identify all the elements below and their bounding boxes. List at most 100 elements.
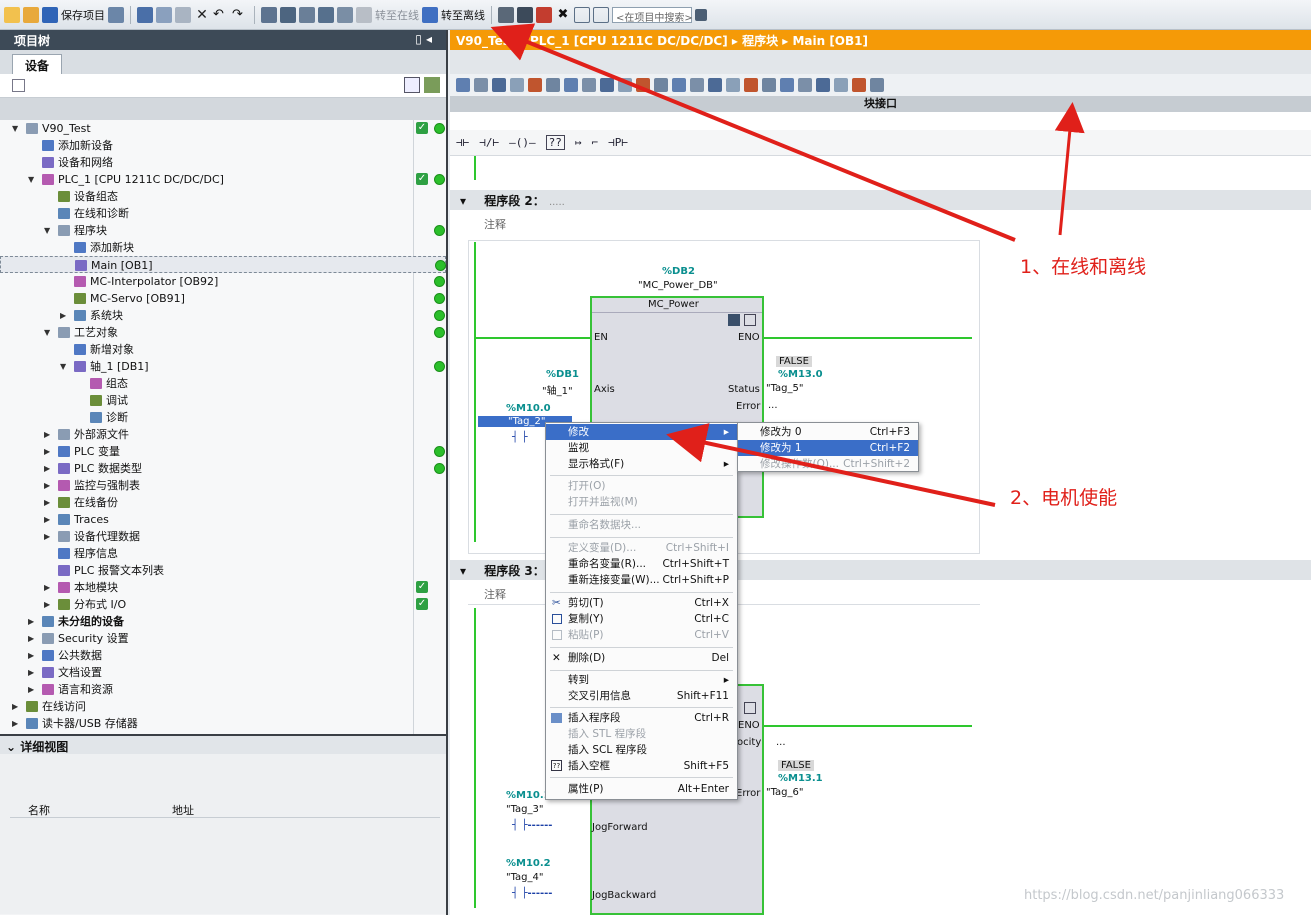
print-icon[interactable]	[108, 6, 124, 23]
list-view-icon[interactable]	[404, 77, 420, 93]
block-interface-header[interactable]: 块接口	[450, 96, 1311, 112]
breakpoint-icon[interactable]	[528, 78, 542, 92]
network-3-comment[interactable]: 注释	[484, 586, 506, 602]
detail-view-header[interactable]: ⌄ 详细视图	[0, 734, 446, 754]
close-branch-icon[interactable]: ⌐	[592, 136, 599, 149]
goto-error-icon[interactable]	[798, 78, 812, 92]
absolute-address-icon[interactable]	[600, 78, 614, 92]
chevron-right-icon[interactable]: ▶	[44, 528, 50, 545]
fb2-velocity-output[interactable]: ...	[776, 737, 786, 748]
tree-item[interactable]: MC-Servo [OB91]	[0, 290, 446, 307]
nc-contact-icon[interactable]: ⊣/⊢	[479, 136, 499, 149]
add-item-icon[interactable]	[424, 77, 440, 93]
chevron-right-icon[interactable]: ▶	[28, 664, 34, 681]
chevron-right-icon[interactable]: ▶	[44, 494, 50, 511]
indent-icon[interactable]	[762, 78, 776, 92]
tab-devices[interactable]: 设备	[12, 54, 63, 76]
menu-item-insert-stl[interactable]: 插入 STL 程序段	[546, 726, 737, 742]
chevron-right-icon[interactable]: ▶	[12, 698, 18, 715]
chevron-down-icon[interactable]: ▼	[12, 120, 18, 137]
close-all-icon[interactable]	[582, 78, 596, 92]
open-branch-icon[interactable]: ↦	[575, 136, 582, 149]
monitor-on-off-icon[interactable]	[834, 78, 848, 92]
menu-item-modify-0[interactable]: 修改为 0 Ctrl+F3	[738, 424, 918, 440]
tree-item[interactable]: ▶ 外部源文件	[0, 426, 446, 443]
network-2-header[interactable]: ▾ 程序段 2： .....	[450, 190, 1311, 210]
paste-icon[interactable]	[175, 6, 191, 23]
insert-network-icon[interactable]	[456, 78, 470, 92]
tree-item[interactable]: 新增对象	[0, 341, 446, 358]
menu-item-cut[interactable]: ✂ 剪切(T) Ctrl+X	[546, 595, 737, 611]
tree-item[interactable]: ▶ Security 设置	[0, 630, 446, 647]
open-all-icon[interactable]	[564, 78, 578, 92]
tree-item[interactable]: 设备组态	[0, 188, 446, 205]
chevron-down-icon[interactable]: ▼	[44, 222, 50, 239]
menu-item-display-format[interactable]: 显示格式(F) ▸	[546, 456, 737, 472]
tree-item[interactable]: ▶ 在线访问	[0, 698, 446, 715]
snapshot-icon[interactable]	[708, 78, 722, 92]
tree-item[interactable]: ▶ 设备代理数据	[0, 528, 446, 545]
cut-icon[interactable]	[137, 6, 153, 23]
menu-item-goto[interactable]: 转到 ▸	[546, 672, 737, 688]
no-contact-icon[interactable]: ⊣⊢	[456, 136, 469, 149]
insert-row-icon[interactable]	[492, 78, 506, 92]
block-help-icon[interactable]	[744, 702, 756, 714]
menu-item-properties[interactable]: 属性(P) Alt+Enter	[546, 781, 737, 797]
zoom-in-icon[interactable]	[654, 78, 668, 92]
menu-item-insert-scl[interactable]: 插入 SCL 程序段	[546, 742, 737, 758]
tree-item[interactable]: ▶ 在线备份	[0, 494, 446, 511]
open-project-icon[interactable]	[23, 6, 39, 23]
jog-fwd-tag[interactable]: "Tag_3"	[506, 804, 544, 815]
chevron-right-icon[interactable]: ▶	[12, 715, 18, 732]
start-cpu-icon[interactable]	[517, 6, 533, 23]
undo-icon[interactable]: ↶	[213, 7, 229, 23]
tree-item[interactable]: ▶ 本地模块 ✓	[0, 579, 446, 596]
tree-item[interactable]: MC-Interpolator [OB92]	[0, 273, 446, 290]
fb1-db-name[interactable]: "MC_Power_DB"	[638, 280, 718, 291]
chevron-right-icon[interactable]: ▶	[60, 307, 66, 324]
copy-icon[interactable]	[156, 6, 172, 23]
tree-item[interactable]: ▼ 工艺对象	[0, 324, 446, 341]
go-offline-button[interactable]: 转至离线	[441, 7, 485, 23]
chevron-down-icon[interactable]: ▾	[460, 564, 466, 578]
menu-item-define-var[interactable]: 定义变量(D)... Ctrl+Shift+I	[546, 540, 737, 556]
accessible-devices-icon[interactable]	[498, 6, 514, 23]
chevron-down-icon[interactable]: ▼	[44, 324, 50, 341]
network-2-comment[interactable]: 注释	[484, 216, 506, 232]
menu-item-open-monitor[interactable]: 打开并监视(M)	[546, 494, 737, 510]
tree-item[interactable]: ▶ 系统块	[0, 307, 446, 324]
chevron-down-icon[interactable]: ▾	[460, 194, 466, 208]
tree-item[interactable]: ▶ 公共数据	[0, 647, 446, 664]
menu-item-modify[interactable]: 修改 ▸	[546, 424, 737, 440]
menu-item-rename-db[interactable]: 重命名数据块...	[546, 517, 737, 533]
tree-item[interactable]: ▼ PLC_1 [CPU 1211C DC/DC/DC] ✓	[0, 171, 446, 188]
split-vertical-icon[interactable]	[593, 6, 609, 23]
chevron-down-icon[interactable]: ▼	[60, 358, 66, 375]
detail-col-name[interactable]: 名称	[28, 802, 50, 818]
block-help-icon[interactable]	[744, 314, 756, 326]
tree-item[interactable]: 添加新设备	[0, 137, 446, 154]
stop-cpu-icon[interactable]	[536, 6, 552, 23]
menu-item-xref[interactable]: 交叉引用信息 Shift+F11	[546, 688, 737, 704]
delete-network-icon[interactable]	[474, 78, 488, 92]
new-project-icon[interactable]	[4, 6, 20, 23]
chevron-right-icon[interactable]: ▶	[44, 443, 50, 460]
tree-item[interactable]: 程序信息	[0, 545, 446, 562]
fb2-status-tag[interactable]: "Tag_6"	[766, 787, 804, 798]
info-icon[interactable]	[870, 78, 884, 92]
chevron-right-icon[interactable]: ▶	[28, 630, 34, 647]
cross-icon[interactable]: ✖	[555, 7, 571, 23]
block-monitor-icon[interactable]	[728, 314, 740, 326]
tree-item[interactable]: ▶ PLC 数据类型	[0, 460, 446, 477]
tree-item[interactable]: ▶ Traces	[0, 511, 446, 528]
tree-item[interactable]: 在线和诊断	[0, 205, 446, 222]
block-monitor-icon[interactable]	[852, 78, 866, 92]
empty-box-icon[interactable]: ??	[545, 135, 565, 150]
tree-item[interactable]: 组态	[0, 375, 446, 392]
menu-item-paste[interactable]: 粘贴(P) Ctrl+V	[546, 627, 737, 643]
menu-item-modify-operand[interactable]: 修改操作数(O)... Ctrl+Shift+2	[738, 456, 918, 472]
error-output[interactable]: ...	[768, 400, 778, 411]
menu-item-open[interactable]: 打开(O)	[546, 478, 737, 494]
load-snapshot-icon[interactable]	[726, 78, 740, 92]
go-online-button[interactable]: 转至在线	[375, 7, 419, 23]
